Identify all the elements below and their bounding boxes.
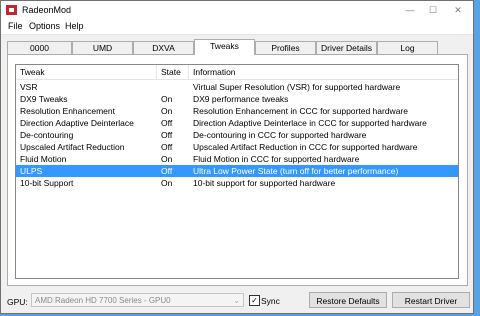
tweak-state: Off xyxy=(161,130,173,140)
tweak-name: Upscaled Artifact Reduction xyxy=(20,142,125,152)
list-item[interactable]: DX9 Tweaks On DX9 performance tweaks xyxy=(16,93,458,105)
tweak-info: Ultra Low Power State (turn off for bett… xyxy=(193,166,399,176)
menu-help[interactable]: Help xyxy=(65,21,84,31)
tweak-state: On xyxy=(161,154,173,164)
tweak-state: On xyxy=(161,94,173,104)
list-header: Tweak State Information xyxy=(16,65,458,80)
tweak-name: ULPS xyxy=(20,166,43,176)
tweak-info: De-contouring in CCC for supported hardw… xyxy=(193,130,367,140)
column-information[interactable]: Information xyxy=(193,67,236,77)
list-item-selected[interactable]: ULPS Off Ultra Low Power State (turn off… xyxy=(16,165,458,177)
tweak-state: On xyxy=(161,178,173,188)
title-bar[interactable]: RadeonMod — ☐ ✕ xyxy=(1,1,473,19)
tweak-name: 10-bit Support xyxy=(20,178,74,188)
sync-label[interactable]: Sync xyxy=(261,296,280,306)
tweaks-panel: Tweak State Information VSR Virtual Supe… xyxy=(7,54,468,286)
radeon-app-icon xyxy=(6,5,17,15)
tweak-name: Resolution Enhancement xyxy=(20,106,115,116)
chevron-down-icon: ⌄ xyxy=(233,296,240,305)
tab-0000[interactable]: 0000 xyxy=(7,41,72,54)
tweak-info: DX9 performance tweaks xyxy=(193,94,289,104)
tweak-info: 10-bit support for supported hardware xyxy=(193,178,336,188)
tweak-state: Off xyxy=(161,118,173,128)
tab-dxva[interactable]: DXVA xyxy=(133,41,194,54)
tweak-state: Off xyxy=(161,142,173,152)
window-title: RadeonMod xyxy=(22,5,72,15)
menu-file[interactable]: File xyxy=(8,21,23,31)
column-divider[interactable] xyxy=(188,65,189,79)
tweak-name: Direction Adaptive Deinterlace xyxy=(20,118,134,128)
footer-bar: GPU: AMD Radeon HD 7700 Series - GPU0 ⌄ … xyxy=(1,291,473,313)
tweak-info: Fluid Motion in CCC for supported hardwa… xyxy=(193,154,360,164)
menu-bar: File Options Help xyxy=(1,19,473,35)
tweak-name: DX9 Tweaks xyxy=(20,94,68,104)
column-state[interactable]: State xyxy=(161,67,181,77)
list-item[interactable]: Fluid Motion On Fluid Motion in CCC for … xyxy=(16,153,458,165)
column-tweak[interactable]: Tweak xyxy=(20,67,45,77)
tab-tweaks[interactable]: Tweaks xyxy=(194,39,255,55)
minimize-button[interactable]: — xyxy=(399,3,421,17)
tweaks-list[interactable]: Tweak State Information VSR Virtual Supe… xyxy=(15,64,459,279)
column-divider[interactable] xyxy=(156,65,157,79)
list-item[interactable]: De-contouring Off De-contouring in CCC f… xyxy=(16,129,458,141)
tweak-info: Resolution Enhancement in CCC for suppor… xyxy=(193,106,408,116)
restore-defaults-button[interactable]: Restore Defaults xyxy=(309,292,387,308)
menu-options[interactable]: Options xyxy=(29,21,60,31)
list-item[interactable]: Upscaled Artifact Reduction Off Upscaled… xyxy=(16,141,458,153)
list-item[interactable]: 10-bit Support On 10-bit support for sup… xyxy=(16,177,458,189)
tab-umd[interactable]: UMD xyxy=(72,41,133,54)
tab-driver-details[interactable]: Driver Details xyxy=(316,41,377,54)
gpu-select[interactable]: AMD Radeon HD 7700 Series - GPU0 ⌄ xyxy=(31,293,244,307)
tweak-info: Virtual Super Resolution (VSR) for suppo… xyxy=(193,82,401,92)
tab-log[interactable]: Log xyxy=(377,41,438,54)
tweak-name: De-contouring xyxy=(20,130,74,140)
list-item[interactable]: Direction Adaptive Deinterlace Off Direc… xyxy=(16,117,458,129)
maximize-button[interactable]: ☐ xyxy=(422,3,444,17)
gpu-select-value: AMD Radeon HD 7700 Series - GPU0 xyxy=(35,296,171,305)
restart-driver-button[interactable]: Restart Driver xyxy=(392,292,470,308)
tweak-state: Off xyxy=(161,166,173,176)
list-item[interactable]: Resolution Enhancement On Resolution Enh… xyxy=(16,105,458,117)
list-item[interactable]: VSR Virtual Super Resolution (VSR) for s… xyxy=(16,81,458,93)
sync-checkbox[interactable]: ✓ xyxy=(249,295,260,306)
close-button[interactable]: ✕ xyxy=(447,3,469,17)
tweak-name: VSR xyxy=(20,82,38,92)
tweak-info: Upscaled Artifact Reduction in CCC for s… xyxy=(193,142,418,152)
tab-profiles[interactable]: Profiles xyxy=(255,41,316,54)
tweak-info: Direction Adaptive Deinterlace in CCC fo… xyxy=(193,118,427,128)
app-window: RadeonMod — ☐ ✕ File Options Help 0000 U… xyxy=(0,0,474,314)
tweak-state: On xyxy=(161,106,173,116)
gpu-label: GPU: xyxy=(7,297,28,307)
tweak-name: Fluid Motion xyxy=(20,154,67,164)
